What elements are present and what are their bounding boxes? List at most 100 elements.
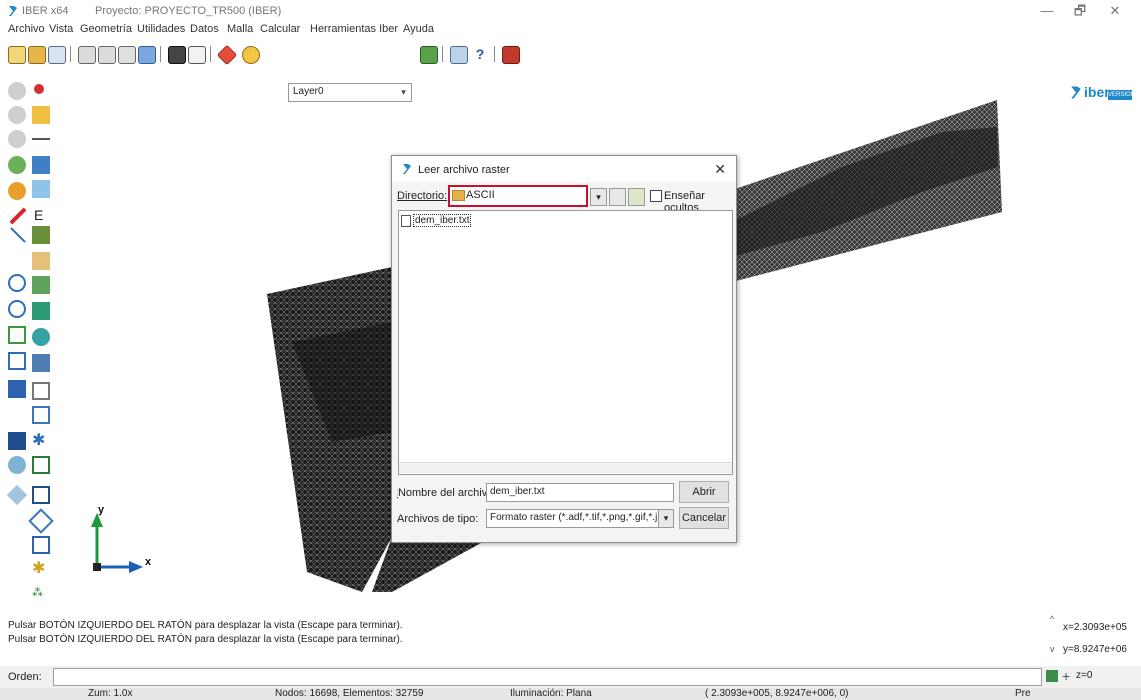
toolbar: Layer0 ▾ ? iber VERSION 2 [0,38,1141,108]
copy-icon[interactable] [8,456,26,474]
filetype-label: Archivos de tipo: [397,513,479,525]
log-line: Pulsar BOTÓN IZQUIERDO DEL RATÓN para de… [8,620,403,631]
delete-icon[interactable] [8,432,26,450]
menu-herramientas-iber[interactable]: Herramientas Iber [310,23,398,35]
zoom-out-tool-icon[interactable] [8,106,26,124]
mesh-stats: Nodos: 16698, Elementos: 32759 [275,688,424,699]
menu-utilidades[interactable]: Utilidades [137,23,185,35]
x-axis-label: x [145,556,152,568]
line-icon[interactable] [32,138,50,140]
minimize-icon[interactable]: — [1032,3,1062,19]
new-file-icon[interactable] [8,46,26,64]
solid-icon[interactable] [8,380,26,398]
help-icon[interactable]: ? [472,46,488,62]
print-icon[interactable] [188,46,206,64]
zoom-out-icon[interactable] [98,46,116,64]
menu-bar: Archivo Vista Geometría Utilidades Datos… [0,22,1141,38]
chevron-down-icon: ▾ [658,510,673,527]
polygon-icon[interactable] [8,326,26,344]
horizontal-scrollbar[interactable] [399,462,732,473]
z-coordinate: z=0 [1076,670,1093,681]
arc-icon[interactable] [8,274,26,292]
open-file-icon[interactable] [28,46,46,64]
move-icon[interactable] [6,484,28,506]
menu-ayuda[interactable]: Ayuda [403,23,434,35]
mesh-icon[interactable] [32,456,50,474]
file-list[interactable]: dem_iber.txt [398,210,733,475]
menu-archivo[interactable]: Archivo [8,23,45,35]
directory-select[interactable]: ASCII [448,185,588,207]
filetype-value: Formato raster (*.adf,*.tif,*.png,*.gif,… [490,512,658,523]
axes-indicator: y x [91,505,152,573]
cancel-button[interactable]: Cancelar [679,507,729,529]
save-icon[interactable] [48,46,66,64]
filetype-select[interactable]: Formato raster (*.adf,*.tif,*.png,*.gif,… [486,509,674,528]
scroll-down-icon[interactable]: v [1050,644,1055,654]
layer-tool-icon[interactable] [32,226,50,244]
explode-icon[interactable]: ✱ [32,560,50,578]
curve-icon[interactable] [32,382,50,400]
edit-icon[interactable] [450,46,468,64]
render-mode-icon[interactable] [1046,670,1058,682]
toolbar-separator [442,46,443,62]
filename-input[interactable]: dem_iber.txt [486,483,674,502]
list-icon[interactable]: ⁂ [32,584,50,602]
directory-dropdown-button[interactable]: ▾ [590,188,607,206]
menu-vista[interactable]: Vista [49,23,73,35]
new-folder-icon[interactable] [628,188,645,206]
nurbs-icon[interactable] [32,276,50,294]
close-icon[interactable]: ✕ [1100,3,1130,19]
intersect-icon[interactable] [28,508,54,534]
rectangle-icon[interactable] [32,354,50,372]
render-icon[interactable] [216,44,238,66]
command-input[interactable] [53,668,1042,686]
note-icon[interactable] [32,106,50,124]
uncollapse-icon[interactable] [32,536,50,554]
tool-palette: E ✱ ✱ ⁂ [0,76,60,608]
filename-label: NNombre del archivo: [397,487,497,499]
collapse-icon[interactable] [32,486,50,504]
arrow-tool-icon[interactable] [9,207,27,225]
read-raster-dialog: Leer archivo raster ✕ Directorio: ASCII … [391,155,737,543]
zoom-icon[interactable] [8,82,26,100]
text-tool-icon[interactable]: E [34,206,52,224]
dialog-title: Leer archivo raster [418,164,510,176]
lighting-icon[interactable] [242,46,260,64]
scroll-up-icon[interactable]: ^ [1050,614,1054,624]
project-title: Proyecto: PROYECTO_TR500 (IBER) [95,5,282,17]
toolbar-separator [70,46,71,62]
menu-datos[interactable]: Datos [190,23,219,35]
open-button[interactable]: Abrir [679,481,729,503]
layers-icon[interactable] [420,46,438,64]
point-icon[interactable] [34,84,44,94]
dialog-close-icon[interactable]: ✕ [714,161,726,178]
exit-icon[interactable] [502,46,520,64]
iber-dialog-icon [403,164,411,174]
split-icon[interactable] [32,406,50,424]
menu-calcular[interactable]: Calcular [260,23,300,35]
redraw-icon[interactable] [8,156,26,174]
box-icon[interactable] [32,180,50,198]
contour-icon[interactable] [8,352,26,370]
zoom-in-icon[interactable] [78,46,96,64]
folder-tool-icon[interactable] [32,252,50,270]
position-status: ( 2.3093e+005, 8.9247e+006, 0) [705,688,849,699]
grid-icon[interactable]: + [1062,668,1070,684]
volume-icon[interactable] [32,328,50,346]
menu-geometria[interactable]: Geometría [80,23,132,35]
render-tool-icon[interactable] [8,182,26,200]
restore-icon[interactable]: 🗗 [1065,3,1095,19]
parent-folder-icon[interactable] [609,188,626,206]
surface-create-icon[interactable] [32,302,50,320]
zoom-frame-icon[interactable] [8,130,26,148]
line-draw-icon[interactable] [10,227,26,243]
surface-icon[interactable] [32,156,50,174]
camera-icon[interactable] [168,46,186,64]
circle-icon[interactable] [8,300,26,318]
show-hidden-checkbox[interactable] [650,190,662,202]
rotate-icon[interactable] [118,46,136,64]
order-label: Orden: [8,671,42,683]
star-icon[interactable]: ✱ [32,432,50,450]
menu-malla[interactable]: Malla [227,23,253,35]
pan-icon[interactable] [138,46,156,64]
